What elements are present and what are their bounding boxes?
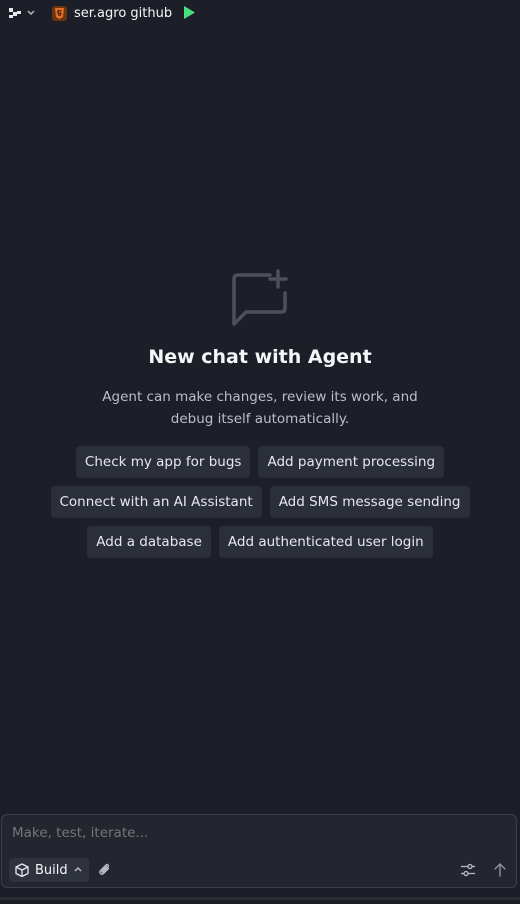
- cube-icon: [15, 863, 29, 877]
- workspace-icon: [9, 8, 21, 18]
- mode-label: Build: [35, 862, 68, 878]
- html5-icon: [52, 5, 67, 21]
- suggestion-payment-processing[interactable]: Add payment processing: [258, 446, 445, 478]
- chat-add-icon: [232, 269, 288, 326]
- workspace-menu-button[interactable]: [8, 4, 40, 22]
- suggestion-row: Add a database Add authenticated user lo…: [87, 526, 433, 558]
- suggestion-database[interactable]: Add a database: [87, 526, 211, 558]
- suggestion-ai-assistant[interactable]: Connect with an AI Assistant: [50, 486, 262, 518]
- play-icon: [184, 6, 195, 19]
- chevron-down-icon: [27, 10, 35, 15]
- suggestion-check-bugs[interactable]: Check my app for bugs: [75, 446, 251, 478]
- suggestion-row: Check my app for bugs Add payment proces…: [75, 446, 445, 478]
- empty-state: New chat with Agent Agent can make chang…: [0, 268, 520, 558]
- empty-state-subtitle: Agent can make changes, review its work,…: [102, 389, 418, 427]
- mode-selector-button[interactable]: Build: [9, 858, 89, 882]
- send-arrow-up-icon[interactable]: [493, 862, 507, 878]
- project-selector[interactable]: ser.agro github: [52, 3, 172, 23]
- top-bar: ser.agro github: [0, 0, 520, 26]
- chevron-up-icon: [74, 867, 82, 872]
- empty-state-title: New chat with Agent: [148, 346, 372, 368]
- suggestion-sms-sending[interactable]: Add SMS message sending: [269, 486, 470, 518]
- suggestions: Check my app for bugs Add payment proces…: [50, 446, 470, 558]
- suggestion-row: Connect with an AI Assistant Add SMS mes…: [50, 486, 470, 518]
- suggestion-user-login[interactable]: Add authenticated user login: [218, 526, 433, 558]
- run-button[interactable]: [182, 5, 196, 20]
- bottom-divider: [0, 897, 520, 900]
- settings-sliders-icon[interactable]: [460, 862, 476, 878]
- project-name: ser.agro github: [74, 5, 173, 21]
- chat-composer: Build: [1, 814, 517, 888]
- chat-input[interactable]: [12, 825, 502, 841]
- paperclip-icon[interactable]: [97, 862, 113, 878]
